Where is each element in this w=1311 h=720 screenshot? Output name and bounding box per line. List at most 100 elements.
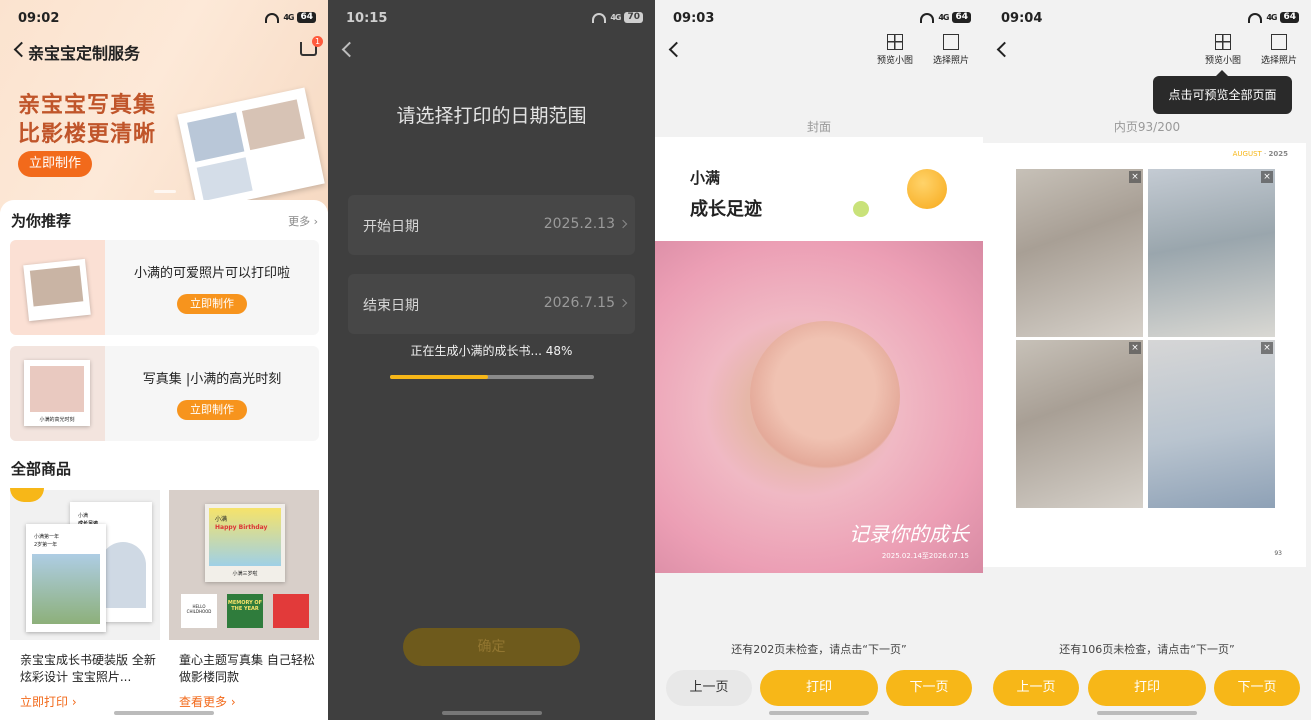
product-image: 小满 Happy Birthday 小满三岁啦 HELLO CHILDHOOD … bbox=[169, 490, 319, 640]
preview-thumbnails-button[interactable]: 预览小图 bbox=[873, 34, 917, 66]
image-add-icon bbox=[1271, 34, 1287, 50]
cover-photo[interactable]: 记录你的成长 2025.02.14至2026.07.15 bbox=[655, 241, 983, 573]
wifi-icon bbox=[920, 12, 935, 23]
remove-photo-icon[interactable]: × bbox=[1129, 171, 1141, 183]
banner-photobook-image bbox=[177, 87, 325, 211]
next-page-button[interactable]: 下一页 bbox=[1214, 670, 1300, 706]
progress-bar bbox=[390, 375, 594, 379]
page-photo[interactable]: × bbox=[1016, 340, 1143, 508]
battery-icon: 64 bbox=[1280, 12, 1299, 23]
recommend-make-button[interactable]: 立即制作 bbox=[177, 400, 247, 420]
page-photo[interactable]: × bbox=[1148, 169, 1275, 337]
inner-page[interactable]: AUGUST · 2025 × × × × 93 bbox=[983, 143, 1306, 567]
planet-decoration bbox=[907, 169, 947, 209]
recommend-make-button[interactable]: 立即制作 bbox=[177, 294, 247, 314]
start-date-field[interactable]: 开始日期 2025.2.13 bbox=[348, 195, 635, 255]
all-products-heading: 全部商品 bbox=[11, 460, 72, 478]
thumb-caption: 小满的高光时刻 bbox=[39, 417, 75, 423]
start-date-value: 2025.2.13 bbox=[543, 216, 615, 232]
back-icon[interactable] bbox=[996, 41, 1013, 58]
cover-page[interactable]: 小满 成长足迹 记录你的成长 2025.02.14至2026.07.15 bbox=[655, 137, 983, 573]
recommend-title: 小满的可爱照片可以打印啦 bbox=[133, 266, 290, 281]
print-button[interactable]: 打印 bbox=[1088, 670, 1206, 706]
banner-headline-1: 亲宝宝写真集 bbox=[18, 93, 157, 118]
remove-photo-icon[interactable]: × bbox=[1129, 342, 1141, 354]
product-image: 小满 成长足迹 小满第一年 2岁第一年 bbox=[10, 488, 160, 640]
recommend-heading: 为你推荐 bbox=[11, 212, 72, 230]
recommend-card-album[interactable]: 小满的高光时刻 写真集 |小满的高光时刻 立即制作 bbox=[10, 346, 319, 441]
status-bar: 09:03 4G 64 bbox=[655, 0, 983, 36]
signal-icon: 4G bbox=[1266, 13, 1277, 22]
status-bar: 10:15 4G 70 bbox=[328, 0, 655, 36]
cover-date-range: 2025.02.14至2026.07.15 bbox=[881, 552, 969, 560]
inner-page-preview-screen: 09:04 4G 64 预览小图 选择照片 点击可预览全部页面 内页93/200… bbox=[983, 0, 1311, 720]
page-photo[interactable]: × bbox=[1016, 169, 1143, 337]
remove-photo-icon[interactable]: × bbox=[1261, 342, 1273, 354]
product-title: 亲宝宝成长书硬装版 全新炫彩设计 宝宝照片... bbox=[20, 653, 156, 684]
banner-page-indicator bbox=[154, 190, 176, 193]
prev-page-button[interactable]: 上一页 bbox=[666, 670, 752, 706]
wifi-icon bbox=[265, 12, 280, 23]
progress-bar-fill bbox=[390, 375, 488, 379]
grid-icon bbox=[887, 34, 903, 50]
battery-icon: 70 bbox=[624, 12, 643, 23]
page-photo[interactable]: × bbox=[1148, 340, 1275, 508]
signal-icon: 4G bbox=[610, 13, 621, 22]
cover-preview-screen: 09:03 4G 64 预览小图 选择照片 封面 小满 成长足迹 记录你的成长 … bbox=[655, 0, 983, 720]
remaining-pages-hint: 还有202页未检查，请点击“下一页” bbox=[731, 643, 907, 656]
confirm-button[interactable]: 确定 bbox=[403, 628, 580, 666]
recommend-card-prints[interactable]: 小满的可爱照片可以打印啦 立即制作 bbox=[10, 240, 319, 335]
chevron-right-icon bbox=[618, 219, 628, 229]
banner-headline-2: 比影楼更清晰 bbox=[18, 122, 157, 147]
product-card-theme-album[interactable]: 小满 Happy Birthday 小满三岁啦 HELLO CHILDHOOD … bbox=[169, 490, 319, 720]
product-print-link[interactable]: 立即打印 › bbox=[20, 693, 77, 710]
cart-badge: 1 bbox=[312, 36, 323, 47]
preview-tooltip: 点击可预览全部页面 bbox=[1153, 70, 1292, 114]
prev-page-button[interactable]: 上一页 bbox=[993, 670, 1079, 706]
image-add-icon bbox=[943, 34, 959, 50]
end-date-label: 结束日期 bbox=[363, 298, 419, 314]
home-indicator bbox=[441, 711, 542, 715]
planet-decoration bbox=[853, 201, 869, 217]
print-button[interactable]: 打印 bbox=[760, 670, 878, 706]
page-heading: 请选择打印的日期范围 bbox=[396, 105, 587, 127]
cover-script-text: 记录你的成长 bbox=[849, 522, 969, 546]
cover-name: 小满 bbox=[690, 169, 721, 187]
select-photos-button[interactable]: 选择照片 bbox=[1257, 34, 1301, 66]
select-photos-button[interactable]: 选择照片 bbox=[929, 34, 973, 66]
page-label: 内页93/200 bbox=[1113, 120, 1181, 134]
banner-make-button[interactable]: 立即制作 bbox=[18, 151, 92, 177]
wifi-icon bbox=[1248, 12, 1263, 23]
inner-page-number: 93 bbox=[1274, 550, 1282, 557]
home-indicator bbox=[769, 711, 869, 715]
recommend-thumb bbox=[10, 240, 105, 335]
page-label: 封面 bbox=[806, 120, 831, 134]
signal-icon: 4G bbox=[938, 13, 949, 22]
inner-page-header: AUGUST · 2025 bbox=[1232, 150, 1288, 158]
signal-icon: 4G bbox=[283, 13, 294, 22]
page-title: 亲宝宝定制服务 bbox=[28, 44, 141, 63]
product-card-growth-book[interactable]: 小满 成长足迹 小满第一年 2岁第一年 亲宝宝成长书硬装版 全新炫彩设计 宝宝照… bbox=[10, 488, 160, 720]
back-icon[interactable] bbox=[668, 41, 685, 58]
home-indicator bbox=[114, 711, 214, 715]
remove-photo-icon[interactable]: × bbox=[1261, 171, 1273, 183]
customization-home-screen: 亲宝宝写真集 比影楼更清晰 立即制作 09:02 4G 64 亲宝宝定制服务 1… bbox=[0, 0, 328, 720]
product-title: 童心主题写真集 自己轻松做影楼同款 bbox=[179, 653, 315, 684]
battery-icon: 64 bbox=[297, 12, 316, 23]
status-time: 09:04 bbox=[1001, 11, 1043, 26]
preview-thumbnails-button[interactable]: 预览小图 bbox=[1201, 34, 1245, 66]
back-icon[interactable] bbox=[341, 41, 358, 58]
recommend-more-link[interactable]: 更多 › bbox=[288, 213, 318, 229]
next-page-button[interactable]: 下一页 bbox=[886, 670, 972, 706]
remaining-pages-hint: 还有106页未检查，请点击“下一页” bbox=[1059, 643, 1235, 656]
wifi-icon bbox=[592, 12, 607, 23]
status-time: 10:15 bbox=[346, 11, 388, 26]
status-time: 09:03 bbox=[673, 11, 715, 26]
end-date-field[interactable]: 结束日期 2026.7.15 bbox=[348, 274, 635, 334]
cover-subtitle: 成长足迹 bbox=[690, 199, 762, 220]
chevron-right-icon bbox=[618, 298, 628, 308]
product-more-link[interactable]: 查看更多 › bbox=[179, 693, 236, 710]
start-date-label: 开始日期 bbox=[363, 219, 419, 235]
recommend-thumb: 小满的高光时刻 bbox=[10, 346, 105, 441]
battery-icon: 64 bbox=[952, 12, 971, 23]
